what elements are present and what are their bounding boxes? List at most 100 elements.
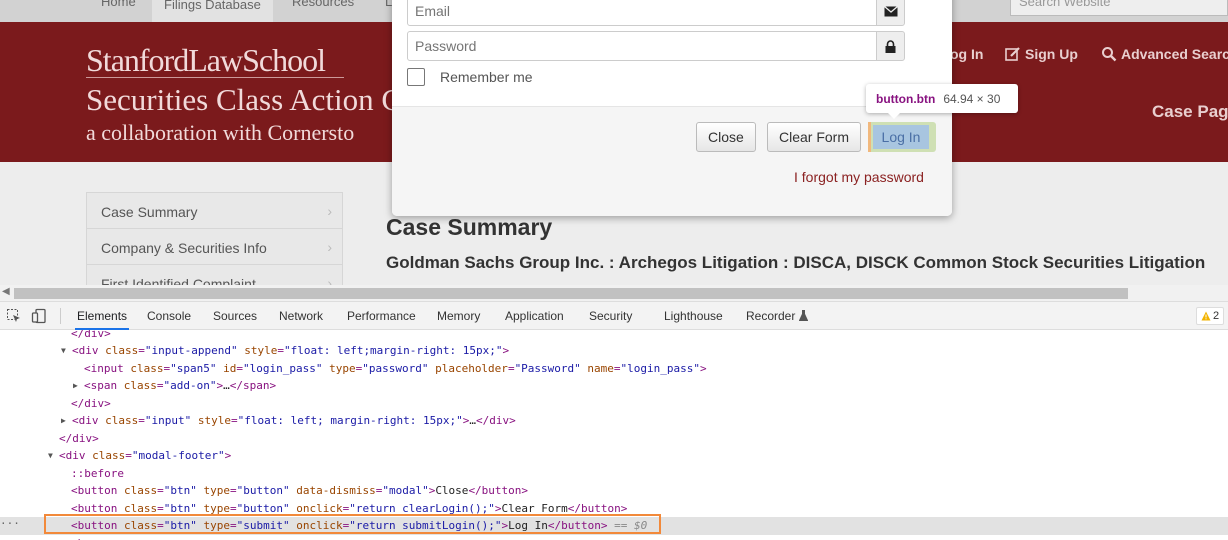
advanced-search-label: Advanced Searc [1121, 46, 1228, 62]
tab-recorder-label: Recorder [746, 309, 796, 323]
flask-icon [798, 310, 808, 321]
login-button[interactable]: Log In [868, 122, 936, 152]
dom-node[interactable]: <br> [0, 535, 1228, 540]
website-viewport: Home Filings Database Resources L Search… [0, 0, 1228, 285]
sidebar-item-label: Company & Securities Info [101, 240, 267, 256]
case-page-heading: Case Pag [1152, 102, 1228, 121]
dom-node[interactable]: <button class="btn" type="button" data-d… [0, 482, 1228, 500]
site-search-placeholder: Search Website [1019, 0, 1111, 9]
device-toolbar-icon[interactable] [31, 308, 47, 329]
expand-triangle-down-icon[interactable]: ▼ [48, 447, 53, 465]
devtools-toolbar: Elements Console Sources Network Perform… [0, 302, 1228, 330]
inspect-element-icon[interactable] [6, 308, 22, 329]
warning-icon [1201, 311, 1211, 321]
tab-performance[interactable]: Performance [345, 302, 418, 330]
scroll-left-arrow-icon[interactable]: ◀ [2, 286, 10, 297]
dom-node[interactable]: </div> [0, 430, 1228, 448]
dom-node-text: <div class="modal-footer"> [59, 449, 232, 462]
nav-filings-database[interactable]: Filings Database [152, 0, 273, 22]
sidebar-item-label: First Identified Complaint [101, 276, 256, 285]
remember-me-label: Remember me [440, 69, 533, 85]
logo-rule [86, 77, 344, 78]
login-link-label: og In [950, 46, 984, 62]
dom-node[interactable]: </div> [0, 395, 1228, 413]
advanced-search-link[interactable]: Advanced Searc [1101, 46, 1228, 62]
chevron-right-icon: › [327, 203, 332, 219]
dom-node[interactable]: ▼ <div class="modal-footer"> [0, 447, 1228, 465]
logo-line-1: StanfordLawSchool [86, 42, 326, 78]
tab-network[interactable]: Network [277, 302, 325, 330]
warnings-count: 2 [1212, 310, 1220, 322]
warnings-badge[interactable]: 2 [1196, 307, 1224, 325]
inspect-tooltip: button.btn 64.94 × 30 [866, 84, 1018, 119]
modal-footer: Close Clear Form Log In I forgot my pass… [392, 106, 952, 216]
dom-node[interactable]: ▼ <div class="input-append" style="float:… [0, 342, 1228, 360]
toolbar-separator [60, 308, 61, 324]
chevron-right-icon: › [327, 239, 332, 255]
password-input-group [407, 31, 905, 61]
clear-form-button[interactable]: Clear Form [767, 122, 862, 152]
chevron-right-icon: › [327, 275, 332, 285]
dom-node-text: ::before [71, 466, 124, 480]
signup-link-label: Sign Up [1025, 46, 1078, 62]
nav-home[interactable]: Home [101, 0, 136, 9]
tab-memory[interactable]: Memory [435, 302, 482, 330]
email-input-group [407, 0, 905, 26]
sidebar-item-company-info[interactable]: Company & Securities Info › [86, 228, 343, 265]
dom-node[interactable]: ::before [0, 465, 1228, 483]
dom-node-text: </div> [71, 330, 111, 340]
tab-recorder[interactable]: Recorder [744, 302, 810, 330]
dom-node-text: <button class="btn" type="button" data-d… [71, 484, 529, 497]
signup-link[interactable]: Sign Up [1005, 46, 1078, 62]
email-field[interactable] [407, 0, 877, 26]
dom-node-text: <span class="add-on">…</span> [84, 379, 277, 392]
sidebar-item-case-summary[interactable]: Case Summary › [86, 192, 343, 229]
case-summary-title: Case Summary [386, 214, 553, 240]
lock-icon [885, 39, 896, 53]
dom-tree: </div> ▼ <div class="input-append" style="… [0, 330, 1228, 540]
tab-elements[interactable]: Elements [75, 302, 130, 330]
tooltip-selector: button.btn [876, 92, 936, 106]
dom-node[interactable]: ▶ <div class="input" style="float: left; … [0, 412, 1228, 430]
tab-sources[interactable]: Sources [211, 302, 259, 330]
padding-highlight [868, 122, 871, 152]
logo-line-3: a collaboration with Cornersto [86, 120, 355, 145]
login-link[interactable]: og In [950, 46, 983, 62]
tooltip-dimensions: 64.94 × 30 [943, 92, 1001, 106]
password-field[interactable] [407, 31, 877, 61]
password-addon [876, 31, 905, 61]
dom-node-text: </div> [71, 396, 111, 410]
tab-console[interactable]: Console [145, 302, 193, 330]
site-search-input[interactable]: Search Website [1010, 0, 1228, 16]
expand-triangle-right-icon[interactable]: ▶ [73, 377, 78, 395]
envelope-icon [883, 5, 898, 16]
devtools-panel: Elements Console Sources Network Perform… [0, 302, 1228, 540]
close-button[interactable]: Close [696, 122, 756, 152]
tab-lighthouse[interactable]: Lighthouse [662, 302, 725, 330]
dom-node-text: </div> [59, 431, 99, 445]
expand-triangle-down-icon[interactable]: ▼ [61, 342, 66, 360]
sidebar-item-label: Case Summary [101, 204, 198, 220]
case-sidebar: Case Summary › Company & Securities Info ›… [86, 192, 343, 285]
selected-node-outline [44, 514, 661, 534]
expand-triangle-right-icon[interactable]: ▶ [61, 412, 66, 430]
dom-node[interactable]: </div> [0, 330, 1228, 343]
dom-node[interactable]: <input class="span5" id="login_pass" typ… [0, 360, 1228, 378]
tooltip-arrow [888, 113, 900, 119]
email-addon [876, 0, 905, 26]
case-subtitle: Goldman Sachs Group Inc. : Archegos Liti… [386, 253, 1206, 272]
dom-node-text: <br> [71, 535, 98, 540]
sidebar-item-first-complaint[interactable]: First Identified Complaint › [86, 264, 343, 285]
scrollbar-thumb[interactable] [14, 288, 1128, 299]
nav-resources[interactable]: Resources [292, 0, 354, 9]
login-button-label: Log In [873, 125, 929, 149]
node-actions-icon[interactable]: ··· [0, 517, 20, 530]
search-icon [1102, 47, 1117, 62]
forgot-password-link[interactable]: I forgot my password [794, 169, 924, 185]
dom-node[interactable]: ▶ <span class="add-on">…</span> [0, 377, 1228, 395]
horizontal-scrollbar[interactable]: ◀ [0, 285, 1228, 302]
tab-security[interactable]: Security [587, 302, 634, 330]
tab-application[interactable]: Application [503, 302, 566, 330]
dom-node-text: <div class="input" style="float: left; m… [72, 414, 516, 427]
remember-me-checkbox[interactable] [407, 68, 425, 86]
